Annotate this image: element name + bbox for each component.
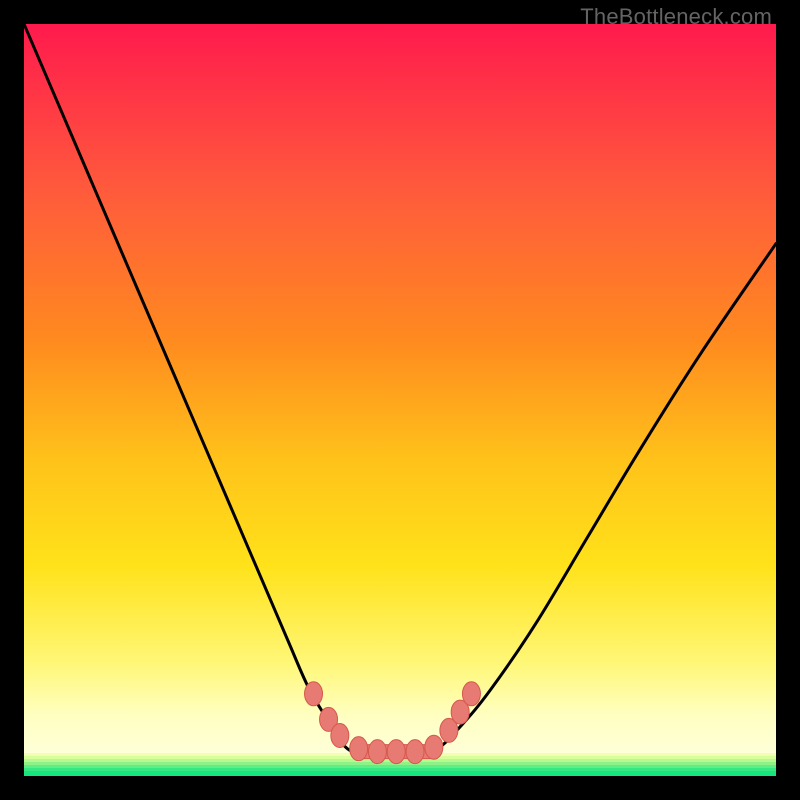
marker-dot — [387, 740, 405, 764]
marker-dot — [425, 735, 443, 759]
curve-layer — [24, 24, 776, 776]
marker-dot — [368, 740, 386, 764]
curve-markers — [305, 682, 481, 764]
marker-dot — [462, 682, 480, 706]
marker-dot — [350, 737, 368, 761]
bottleneck-curve — [24, 24, 776, 757]
watermark-text: TheBottleneck.com — [580, 4, 772, 30]
marker-dot — [331, 724, 349, 748]
outer-frame: TheBottleneck.com — [0, 0, 800, 800]
plot-area — [24, 24, 776, 776]
marker-dot — [406, 740, 424, 764]
marker-dot — [305, 682, 323, 706]
